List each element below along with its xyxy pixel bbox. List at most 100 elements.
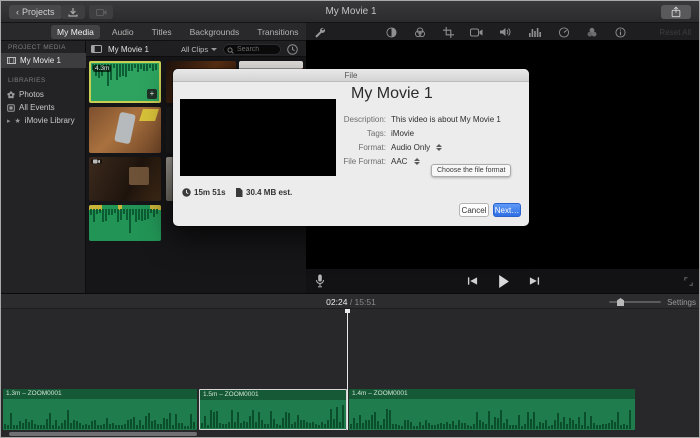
total-time: 15:51 bbox=[355, 297, 376, 307]
dialog-titlebar[interactable]: File bbox=[173, 69, 529, 82]
search-input[interactable] bbox=[237, 45, 279, 54]
fullscreen-icon[interactable] bbox=[684, 277, 693, 286]
search-box bbox=[223, 44, 281, 55]
audio-clip-thumbnail[interactable] bbox=[89, 205, 161, 241]
share-icon bbox=[670, 6, 682, 18]
libraries-header: LIBRARIES bbox=[8, 77, 46, 84]
skip-back-button[interactable] bbox=[467, 276, 478, 286]
imovie-window: ‹ Projects My Movie 1 bbox=[0, 0, 700, 438]
color-balance-icon[interactable] bbox=[414, 27, 426, 38]
clip-label: 1.5m – ZOOM0001 bbox=[200, 390, 346, 400]
media-tabbar: My Media Audio Titles Backgrounds Transi… bbox=[1, 23, 306, 41]
video-thumbnail[interactable] bbox=[89, 107, 161, 153]
stepper-up-icon bbox=[414, 158, 420, 161]
enhance-wrench-icon[interactable] bbox=[314, 27, 325, 38]
timeline-header: 02:24 / 15:51 Settings bbox=[1, 293, 700, 309]
timeline-clip-selected[interactable]: 1.5m – ZOOM0001 bbox=[199, 389, 347, 430]
all-events-icon bbox=[7, 104, 15, 112]
clip-duration-badge: 4.3m bbox=[93, 65, 111, 72]
film-icon bbox=[7, 57, 16, 64]
playback-bar bbox=[306, 269, 700, 293]
description-value[interactable]: This video is about My Movie 1 bbox=[391, 115, 501, 124]
file-icon bbox=[235, 188, 243, 197]
timeline[interactable]: 1.3m – ZOOM0001 1.5m – ZOOM0001 1.4m – Z… bbox=[1, 309, 700, 438]
volume-icon[interactable] bbox=[500, 27, 512, 37]
stabilization-icon[interactable] bbox=[470, 28, 483, 37]
filesize-value: 30.4 MB est. bbox=[246, 188, 292, 197]
info-icon[interactable] bbox=[615, 27, 626, 38]
duration-metric: 15m 51s bbox=[182, 188, 226, 197]
clip-filter-dropdown[interactable]: All Clips bbox=[181, 44, 217, 55]
stepper-up-icon bbox=[436, 144, 442, 147]
app-titlebar: ‹ Projects My Movie 1 bbox=[1, 1, 700, 23]
audio-waveform bbox=[350, 403, 634, 429]
star-icon: ★ bbox=[15, 117, 21, 125]
format-stepper[interactable] bbox=[435, 142, 443, 152]
disclosure-triangle-icon[interactable]: ▸ bbox=[7, 117, 11, 125]
audio-waveform bbox=[90, 209, 160, 240]
sidebar-item-my-movie[interactable]: My Movie 1 bbox=[1, 53, 86, 68]
file-format-tooltip: Choose the file format bbox=[431, 164, 511, 177]
crop-icon[interactable] bbox=[443, 27, 454, 38]
skip-forward-button[interactable] bbox=[529, 276, 540, 286]
timeline-settings-button[interactable]: Settings bbox=[667, 298, 696, 307]
export-title: My Movie 1 bbox=[351, 85, 433, 103]
sidebar-item-imovie-library[interactable]: ▸ ★ iMovie Library bbox=[1, 113, 86, 128]
audio-waveform bbox=[4, 403, 196, 429]
libraries-sidebar: PROJECT MEDIA My Movie 1 LIBRARIES Photo… bbox=[1, 41, 86, 293]
timeline-zoom-slider[interactable] bbox=[609, 301, 661, 303]
audio-waveform bbox=[201, 402, 345, 428]
next-button[interactable]: Next… bbox=[493, 203, 521, 217]
recents-clock-icon[interactable] bbox=[287, 44, 298, 55]
tab-transitions[interactable]: Transitions bbox=[251, 25, 304, 39]
project-media-header: PROJECT MEDIA bbox=[8, 44, 66, 51]
file-format-stepper[interactable] bbox=[413, 156, 421, 166]
speed-icon[interactable] bbox=[558, 27, 570, 38]
tags-value[interactable]: iMovie bbox=[391, 129, 414, 138]
format-value[interactable]: Audio Only bbox=[391, 143, 430, 152]
duration-value: 15m 51s bbox=[194, 188, 226, 197]
color-correction-icon[interactable] bbox=[386, 27, 397, 38]
description-label: Description: bbox=[323, 115, 386, 124]
add-to-timeline-button[interactable]: + bbox=[147, 89, 157, 99]
share-button[interactable] bbox=[661, 5, 691, 19]
playhead[interactable] bbox=[347, 309, 348, 430]
clip-filter-label: All Clips bbox=[181, 45, 208, 54]
yellow-object-graphic bbox=[139, 109, 159, 121]
clip-label: 1.3m – ZOOM0001 bbox=[3, 389, 197, 399]
viewer-icon-group bbox=[386, 23, 626, 41]
export-file-dialog: File My Movie 1 Description: This video … bbox=[173, 69, 529, 226]
adjustments-toolbar: Reset All bbox=[306, 23, 700, 41]
tab-titles[interactable]: Titles bbox=[146, 25, 178, 39]
chevron-down-icon bbox=[211, 48, 217, 51]
window-title: My Movie 1 bbox=[1, 6, 700, 17]
phone-graphic bbox=[114, 112, 136, 145]
noise-reduction-icon[interactable] bbox=[529, 27, 541, 37]
cancel-button[interactable]: Cancel bbox=[459, 203, 489, 217]
current-time: 02:24 bbox=[326, 297, 347, 307]
clip-label: 1.4m – ZOOM0001 bbox=[349, 389, 635, 399]
time-separator: / bbox=[347, 297, 354, 307]
timeline-clip[interactable]: 1.3m – ZOOM0001 bbox=[3, 389, 197, 430]
effects-icon[interactable] bbox=[586, 27, 598, 38]
photos-icon bbox=[7, 91, 15, 99]
tab-my-media[interactable]: My Media bbox=[51, 25, 100, 39]
play-button[interactable] bbox=[498, 275, 509, 288]
video-thumbnail[interactable] bbox=[89, 157, 161, 201]
search-icon bbox=[227, 47, 234, 54]
timeline-clip[interactable]: 1.4m – ZOOM0001 bbox=[349, 389, 635, 430]
filesize-metric: 30.4 MB est. bbox=[235, 188, 292, 197]
stepper-down-icon bbox=[436, 148, 442, 151]
camera-badge-icon bbox=[91, 159, 102, 164]
file-format-value[interactable]: AAC bbox=[391, 157, 407, 166]
tab-audio[interactable]: Audio bbox=[106, 25, 140, 39]
tab-backgrounds[interactable]: Backgrounds bbox=[184, 25, 246, 39]
sidebar-item-label: iMovie Library bbox=[25, 116, 75, 125]
tags-label: Tags: bbox=[323, 129, 386, 138]
timeline-scrollbar[interactable] bbox=[9, 432, 197, 436]
audio-clip-thumbnail[interactable]: 4.3m + bbox=[89, 61, 161, 103]
panel-toggle-icon[interactable] bbox=[91, 45, 102, 53]
reset-all-label: Reset All bbox=[659, 28, 691, 37]
clock-icon bbox=[182, 188, 191, 197]
sidebar-item-label: Photos bbox=[19, 90, 44, 99]
